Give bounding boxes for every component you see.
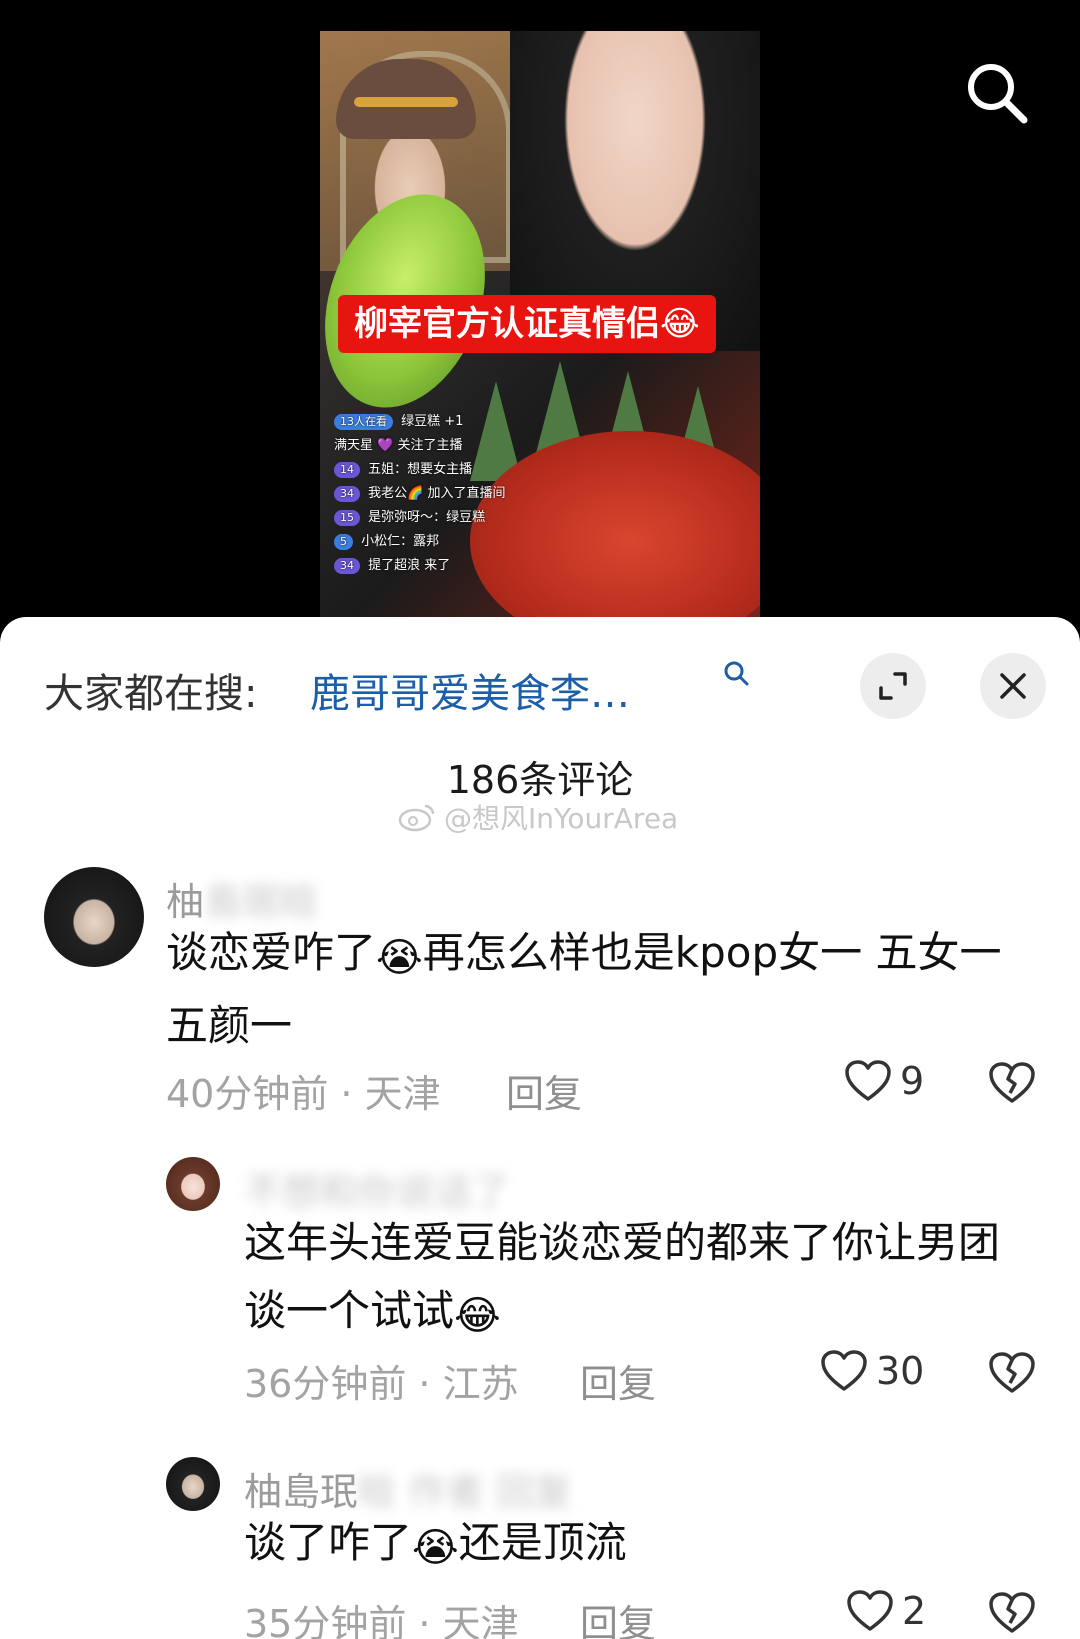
comment-time-location: 35分钟前 · 天津 xyxy=(244,1602,519,1639)
like-button[interactable]: 9 xyxy=(844,1059,924,1103)
comment-text-part: 这年头连爱豆能谈恋爱的都来了你让男团谈一个试试 xyxy=(244,1218,1001,1335)
avatar[interactable] xyxy=(44,867,144,967)
suggested-search-row[interactable]: 大家都在搜: 鹿哥哥爱美食李… xyxy=(44,647,1046,719)
watermark: @想风InYourArea xyxy=(398,797,688,837)
live-comment-line: 34 提了超浪 来了 xyxy=(334,555,584,577)
comment-text-part: 谈恋爱咋了 xyxy=(166,928,377,977)
expand-icon xyxy=(879,672,907,700)
dislike-button[interactable] xyxy=(988,1351,1036,1399)
comment-text: 这年头连爱豆能谈恋爱的都来了你让男团谈一个试试😂 xyxy=(244,1209,1034,1350)
live-comment-text: 提了超浪 来了 xyxy=(368,558,451,573)
broken-heart-icon xyxy=(989,1352,1035,1393)
avatar[interactable] xyxy=(166,1157,220,1211)
live-comment-line: 5 小松仁：露邦 xyxy=(334,531,584,553)
comment-text-part: 谈了咋了 xyxy=(244,1518,413,1567)
like-button[interactable]: 2 xyxy=(846,1589,926,1633)
heart-outline-icon xyxy=(847,1590,893,1631)
reply-button[interactable]: 回复 xyxy=(580,1593,656,1639)
search-icon[interactable] xyxy=(722,659,752,689)
level-badge: 5 xyxy=(334,534,353,550)
like-count: 2 xyxy=(902,1589,927,1633)
author-name-blurred: 晗 作者 回复 xyxy=(358,1470,573,1514)
author-name: 柚島珉 xyxy=(244,1470,359,1514)
broken-heart-icon xyxy=(989,1062,1035,1103)
author-name: 柚 xyxy=(166,880,205,924)
video-frame[interactable]: 柳宰官方认证真情侣😂 13人在看 绿豆糕 +1 满天星 💜 关注了主播 14 五… xyxy=(320,31,760,617)
close-button[interactable] xyxy=(980,653,1046,719)
close-icon xyxy=(1000,673,1026,699)
crying-emoji: 😭 xyxy=(376,935,423,981)
heart-outline-icon xyxy=(821,1350,867,1391)
author-name-blurred: 島珉晗 xyxy=(204,880,319,924)
live-comment-text: 满天星 💜 关注了主播 xyxy=(334,438,463,453)
comment-count: 186条评论 xyxy=(446,758,634,802)
video-area[interactable]: 柳宰官方认证真情侣😂 13人在看 绿豆糕 +1 满天星 💜 关注了主播 14 五… xyxy=(0,0,1080,630)
live-comment-line: 13人在看 绿豆糕 +1 xyxy=(334,411,584,433)
weibo-logo-icon xyxy=(398,804,435,832)
viewer-badge: 13人在看 xyxy=(334,414,393,430)
live-comment-line: 34 我老公🌈 加入了直播间 xyxy=(334,483,584,505)
comment-time-location: 36分钟前 · 江苏 xyxy=(244,1362,519,1406)
live-comment-text: 小松仁：露邦 xyxy=(361,534,440,549)
reply-button[interactable]: 回复 xyxy=(580,1353,656,1408)
comment-author[interactable]: 不想和你说话了 xyxy=(244,1161,510,1216)
author-name-blurred: 不想和你说话了 xyxy=(244,1170,511,1214)
comment-text: 谈恋爱咋了😭再怎么样也是kpop女一 五女一 五颜一 xyxy=(166,919,1046,1060)
live-comment-text: 绿豆糕 +1 xyxy=(401,414,464,429)
live-comment-line: 14 五姐：想要女主播 xyxy=(334,459,584,481)
avatar[interactable] xyxy=(166,1457,220,1511)
level-badge: 34 xyxy=(334,558,360,574)
live-comment-line: 满天星 💜 关注了主播 xyxy=(334,435,584,457)
crying-emoji: 😭 xyxy=(412,1525,459,1571)
comment-time-location: 40分钟前 · 天津 xyxy=(166,1072,441,1116)
like-count: 30 xyxy=(876,1349,925,1393)
comment-text-part: 还是顶流 xyxy=(458,1518,627,1567)
live-comment-text: 是弥弥呀～：绿豆糕 xyxy=(368,510,486,525)
heart-outline-icon xyxy=(845,1060,891,1101)
search-button[interactable] xyxy=(962,58,1032,128)
watermark-text: @想风InYourArea xyxy=(444,802,679,835)
reply-button[interactable]: 回复 xyxy=(506,1063,582,1118)
search-icon xyxy=(968,64,1028,124)
live-comment-feed: 13人在看 绿豆糕 +1 满天星 💜 关注了主播 14 五姐：想要女主播 34 … xyxy=(334,411,584,579)
comment-sheet: 大家都在搜: 鹿哥哥爱美食李… 186条评论 @想风InYourArea 柚島珉… xyxy=(0,617,1080,1639)
expand-button[interactable] xyxy=(860,653,926,719)
laughing-emoji: 😂 xyxy=(454,1293,501,1339)
live-comment-line: 15 是弥弥呀～：绿豆糕 xyxy=(334,507,584,529)
comment-author[interactable]: 柚島珉晗 xyxy=(166,871,318,926)
dislike-button[interactable] xyxy=(988,1591,1036,1639)
like-button[interactable]: 30 xyxy=(820,1349,924,1393)
suggested-search-term[interactable]: 鹿哥哥爱美食李… xyxy=(310,661,630,719)
comment-text: 谈了咋了😭还是顶流 xyxy=(244,1509,1034,1582)
comment-author[interactable]: 柚島珉晗 作者 回复 xyxy=(244,1461,572,1516)
like-count: 9 xyxy=(900,1059,925,1103)
video-caption: 柳宰官方认证真情侣😂 xyxy=(338,295,716,353)
dislike-button[interactable] xyxy=(988,1061,1036,1109)
level-badge: 34 xyxy=(334,486,360,502)
live-comment-text: 五姐：想要女主播 xyxy=(368,462,473,477)
broken-heart-icon xyxy=(989,1592,1035,1633)
level-badge: 15 xyxy=(334,510,360,526)
level-badge: 14 xyxy=(334,462,360,478)
live-comment-text: 我老公🌈 加入了直播间 xyxy=(368,486,506,501)
suggested-search-prefix: 大家都在搜: xyxy=(44,671,258,717)
